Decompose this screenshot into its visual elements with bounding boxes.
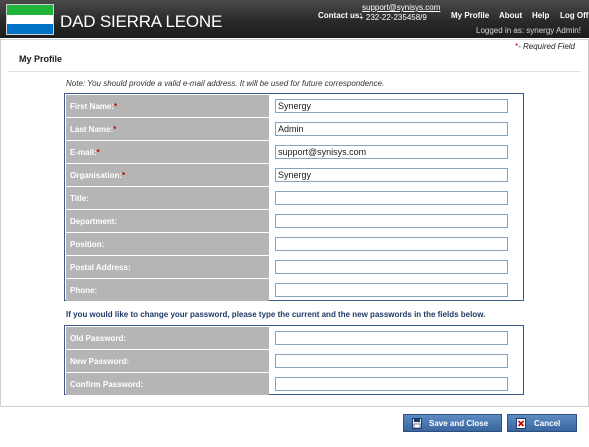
field-label: Postal Address: bbox=[66, 256, 269, 278]
new-password-input[interactable] bbox=[275, 354, 508, 368]
organisation-input[interactable] bbox=[275, 168, 508, 182]
required-asterisk: * bbox=[114, 102, 118, 111]
cancel-icon bbox=[516, 418, 526, 429]
nav-help[interactable]: Help bbox=[532, 11, 549, 20]
confirm-password-input[interactable] bbox=[275, 377, 508, 391]
form-row-old-password: Old Password: bbox=[66, 327, 522, 350]
field-label: New Password: bbox=[66, 350, 269, 372]
email-note: Note: You should provide a valid e-mail … bbox=[66, 79, 385, 88]
form-row-new-password: New Password: bbox=[66, 350, 522, 373]
contact-phone: + 232-22-235458/9 bbox=[359, 13, 427, 22]
save-icon bbox=[412, 418, 422, 429]
form-row-last-name: Last Name:* bbox=[66, 118, 522, 141]
nav-my-profile[interactable]: My Profile bbox=[451, 11, 489, 20]
field-label-text: Postal Address: bbox=[70, 263, 131, 272]
required-asterisk: * bbox=[122, 171, 126, 180]
field-label: Title: bbox=[66, 187, 269, 209]
sierra-leone-flag-icon bbox=[6, 4, 54, 35]
form-row-organisation: Organisation:* bbox=[66, 164, 522, 187]
logged-in-status: Logged in as: synergy Admin! bbox=[476, 26, 581, 35]
field-label-text: Organisation: bbox=[70, 171, 123, 180]
profile-form: First Name:* Last Name:* E-mail:* Organi… bbox=[64, 93, 524, 301]
nav-about[interactable]: About bbox=[499, 11, 522, 20]
field-label-text: Confirm Password: bbox=[70, 380, 144, 389]
app-title: DAD SIERRA LEONE bbox=[60, 12, 223, 31]
form-row-email: E-mail:* bbox=[66, 141, 522, 164]
cancel-button[interactable]: Cancel bbox=[507, 414, 577, 432]
field-label-text: First Name: bbox=[70, 102, 115, 111]
field-label: Old Password: bbox=[66, 327, 269, 349]
field-label-text: New Password: bbox=[70, 357, 130, 366]
form-row-first-name: First Name:* bbox=[66, 95, 522, 118]
cancel-button-label: Cancel bbox=[534, 419, 561, 428]
required-field-text: - Required Field bbox=[518, 42, 575, 51]
field-label-text: E-mail: bbox=[70, 148, 97, 157]
field-label: Last Name:* bbox=[66, 118, 269, 140]
first-name-input[interactable] bbox=[275, 99, 508, 113]
form-row-title: Title: bbox=[66, 187, 522, 210]
field-label-text: Last Name: bbox=[70, 125, 114, 134]
email-input[interactable] bbox=[275, 145, 508, 159]
field-label-text: Old Password: bbox=[70, 334, 127, 343]
required-asterisk: * bbox=[113, 125, 117, 134]
form-row-department: Department: bbox=[66, 210, 522, 233]
last-name-input[interactable] bbox=[275, 122, 508, 136]
contact-email-link[interactable]: support@synisys.com bbox=[362, 3, 440, 12]
form-row-position: Position: bbox=[66, 233, 522, 256]
form-row-confirm-password: Confirm Password: bbox=[66, 373, 522, 396]
password-form: Old Password: New Password: Confirm Pass… bbox=[64, 325, 524, 395]
field-label: First Name:* bbox=[66, 95, 269, 117]
old-password-input[interactable] bbox=[275, 331, 508, 345]
required-asterisk: * bbox=[96, 148, 100, 157]
field-label-text: Department: bbox=[70, 217, 118, 226]
field-label: Position: bbox=[66, 233, 269, 255]
header-bar: DAD SIERRA LEONE Contact us: support@syn… bbox=[0, 0, 589, 38]
field-label: Confirm Password: bbox=[66, 373, 269, 395]
position-input[interactable] bbox=[275, 237, 508, 251]
field-label: Organisation:* bbox=[66, 164, 269, 186]
save-button-label: Save and Close bbox=[429, 419, 489, 428]
password-instructions: If you would like to change your passwor… bbox=[66, 310, 486, 319]
field-label-text: Title: bbox=[70, 194, 89, 203]
phone-input[interactable] bbox=[275, 283, 508, 297]
required-field-note: *- Required Field bbox=[515, 42, 575, 51]
field-label-text: Position: bbox=[70, 240, 105, 249]
department-input[interactable] bbox=[275, 214, 508, 228]
title-input[interactable] bbox=[275, 191, 508, 205]
form-row-phone: Phone: bbox=[66, 279, 522, 302]
contact-label: Contact us: bbox=[318, 11, 362, 20]
form-row-postal-address: Postal Address: bbox=[66, 256, 522, 279]
field-label: Phone: bbox=[66, 279, 269, 301]
field-label: E-mail:* bbox=[66, 141, 269, 163]
page-title: My Profile bbox=[19, 54, 63, 64]
nav-log-off[interactable]: Log Off bbox=[560, 11, 588, 20]
title-divider bbox=[8, 71, 581, 72]
field-label: Department: bbox=[66, 210, 269, 232]
field-label-text: Phone: bbox=[70, 286, 98, 295]
postal-address-input[interactable] bbox=[275, 260, 508, 274]
save-and-close-button[interactable]: Save and Close bbox=[403, 414, 502, 432]
